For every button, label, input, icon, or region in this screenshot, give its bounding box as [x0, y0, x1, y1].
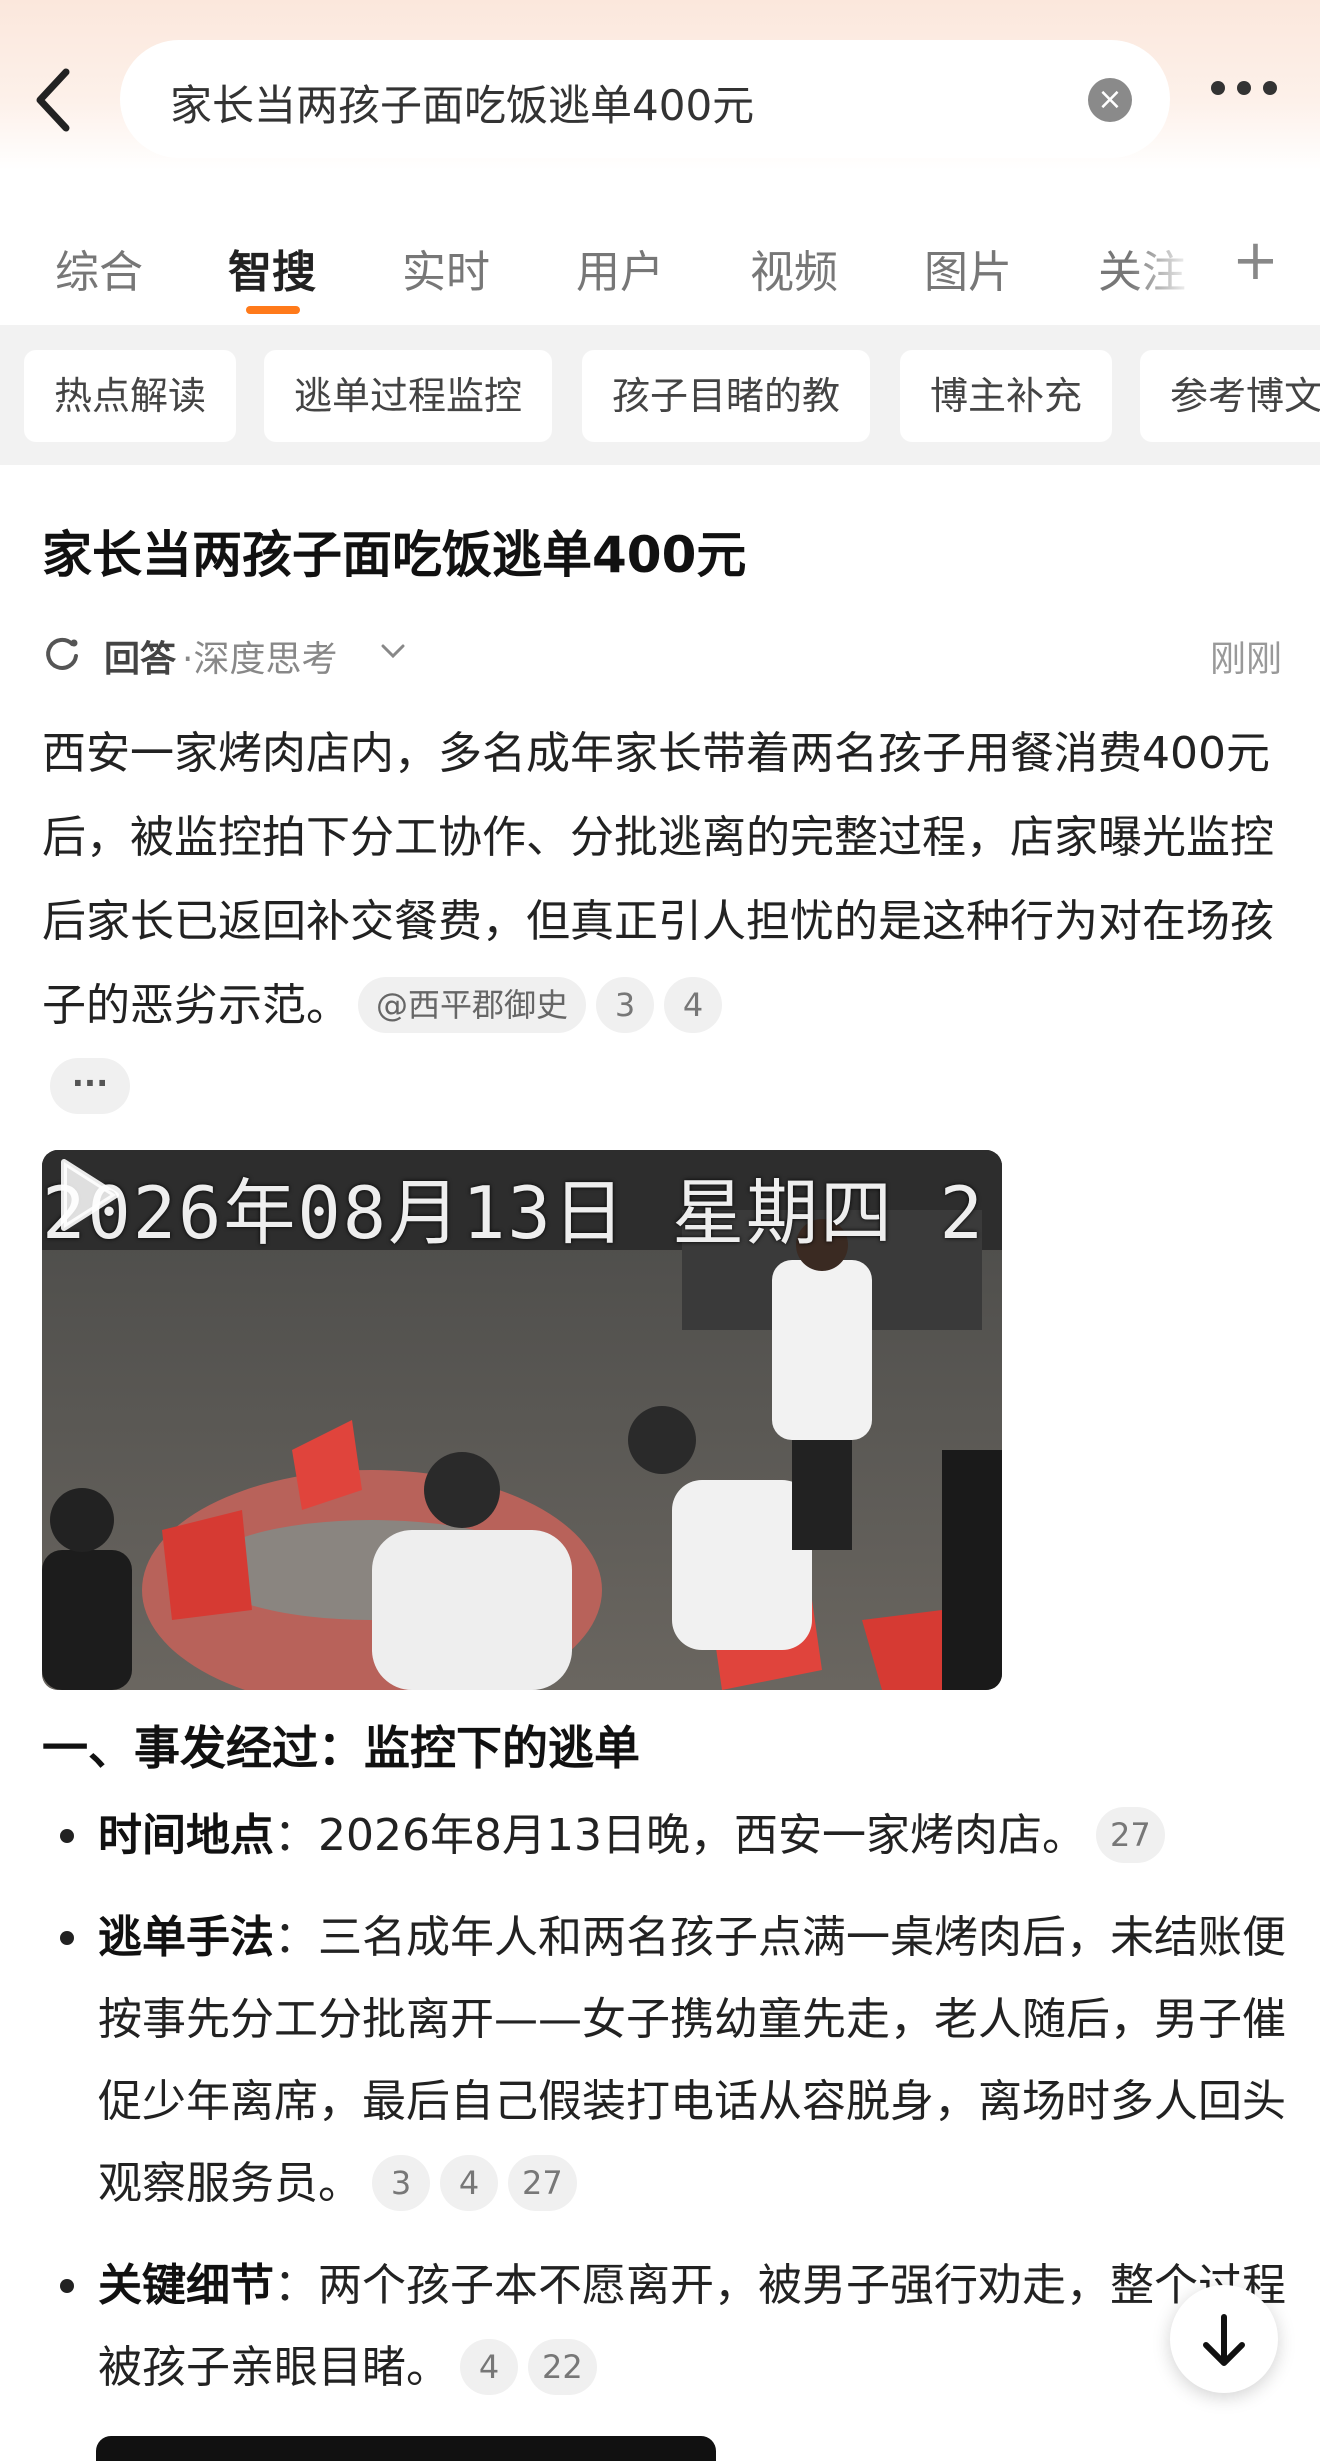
surveillance-video[interactable]: 2026年08月13日 星期四 2: [42, 1150, 1002, 1690]
expand-more-button[interactable]: ···: [50, 1058, 130, 1114]
bullet-sep: ：: [274, 1810, 318, 1861]
search-bar[interactable]: 家长当两孩子面吃饭逃单400元 ×: [120, 40, 1170, 158]
ref-chip[interactable]: 27: [1095, 1807, 1165, 1863]
ai-spinner-icon: [46, 637, 78, 670]
bullet-dot: [60, 1931, 74, 1945]
source-chip[interactable]: @西平郡御史: [358, 977, 587, 1033]
more-button[interactable]: [1205, 80, 1315, 120]
list-item: 时间地点：2026年8月13日晚，西安一家烤肉店。 27: [42, 1795, 1292, 1877]
answer-label: 回答: [104, 639, 177, 680]
ref-chip[interactable]: 4: [460, 2339, 518, 2395]
answer-timestamp: 刚刚: [1209, 639, 1282, 680]
bullet-dot: [60, 1829, 74, 1843]
answer-meta: 回答 ·深度思考 刚刚: [42, 630, 1282, 680]
clear-search-button[interactable]: ×: [1088, 78, 1132, 122]
ref-chip[interactable]: 3: [372, 2155, 430, 2211]
thinking-mode-selector[interactable]: ·深度思考: [182, 630, 337, 682]
active-tab-indicator: [246, 306, 300, 314]
ref-chip[interactable]: 3: [596, 977, 655, 1033]
bullet-dot: [60, 2279, 74, 2293]
arrow-down-icon: [1203, 2314, 1245, 2366]
more-icon-dot: [1263, 81, 1277, 95]
top-header: 家长当两孩子面吃饭逃单400元 ×: [0, 0, 1320, 170]
tab-users[interactable]: 用户: [576, 236, 664, 300]
topic-chips: 热点解读 逃单过程监控 孩子目睹的教 博主补充 参考博文: [0, 325, 1320, 465]
tab-comprehensive[interactable]: 综合: [55, 236, 143, 300]
search-tabs: 综合 智搜 实时 用户 视频 图片 关注 +: [0, 200, 1320, 320]
chip-children-witness[interactable]: 孩子目睹的教: [582, 350, 871, 442]
tab-smart-search[interactable]: 智搜: [228, 236, 316, 300]
play-icon[interactable]: [42, 1150, 132, 1240]
search-input[interactable]: 家长当两孩子面吃饭逃单400元: [170, 72, 754, 133]
chip-reference-posts[interactable]: 参考博文: [1140, 350, 1320, 442]
list-item: 逃单手法：三名成年人和两名孩子点满一桌烤肉后，未结账便按事先分工分批离开——女子…: [42, 1897, 1292, 2225]
back-button[interactable]: [28, 60, 80, 140]
bullet-label: 逃单手法: [98, 1912, 274, 1963]
video-timestamp: 2026年08月13日 星期四 2: [42, 1171, 985, 1255]
answer-summary: 西安一家烤肉店内，多名成年家长带着两名孩子用餐消费400元后，被监控拍下分工协作…: [42, 712, 1292, 1048]
tab-fade: [1130, 220, 1210, 310]
ref-chip[interactable]: 22: [528, 2339, 597, 2395]
section-heading: 一、事发经过：监控下的逃单: [42, 1721, 640, 1775]
bullet-sep: ：: [274, 1912, 318, 1963]
clear-icon: ×: [1097, 82, 1123, 117]
list-item: 关键细节：两个孩子本不愿离开，被男子强行劝走，整个过程被孩子亲眼目睹。 4 22: [42, 2245, 1292, 2409]
bullet-text: 2026年8月13日晚，西安一家烤肉店。: [318, 1810, 1086, 1861]
summary-text: 西安一家烤肉店内，多名成年家长带着两名孩子用餐消费400元后，被监控拍下分工协作…: [42, 728, 1274, 1031]
bottom-edge-bar: [96, 2436, 716, 2461]
bullet-label: 时间地点: [98, 1810, 274, 1861]
plus-icon[interactable]: +: [1232, 228, 1279, 293]
more-icon-dot: [1237, 81, 1251, 95]
chevron-down-icon[interactable]: [378, 636, 408, 666]
back-arrow-icon: [36, 68, 70, 132]
ref-chip[interactable]: 4: [440, 2155, 498, 2211]
chip-escape-monitor[interactable]: 逃单过程监控: [264, 350, 553, 442]
answer-title: 家长当两孩子面吃饭逃单400元: [42, 526, 747, 584]
more-icon: [1211, 81, 1225, 95]
bullet-label: 关键细节: [98, 2260, 274, 2311]
bullet-sep: ：: [274, 2260, 318, 2311]
scroll-to-bottom-button[interactable]: [1170, 2285, 1278, 2393]
ref-chip[interactable]: 27: [508, 2155, 577, 2211]
tab-realtime[interactable]: 实时: [402, 236, 490, 300]
chip-blogger-supplement[interactable]: 博主补充: [900, 350, 1113, 442]
event-bullets: 时间地点：2026年8月13日晚，西安一家烤肉店。 27 逃单手法：三名成年人和两…: [42, 1795, 1292, 2429]
chip-hot-analysis[interactable]: 热点解读: [24, 350, 237, 442]
ref-chip[interactable]: 4: [664, 977, 723, 1033]
tab-video[interactable]: 视频: [750, 236, 838, 300]
tab-images[interactable]: 图片: [924, 236, 1012, 300]
